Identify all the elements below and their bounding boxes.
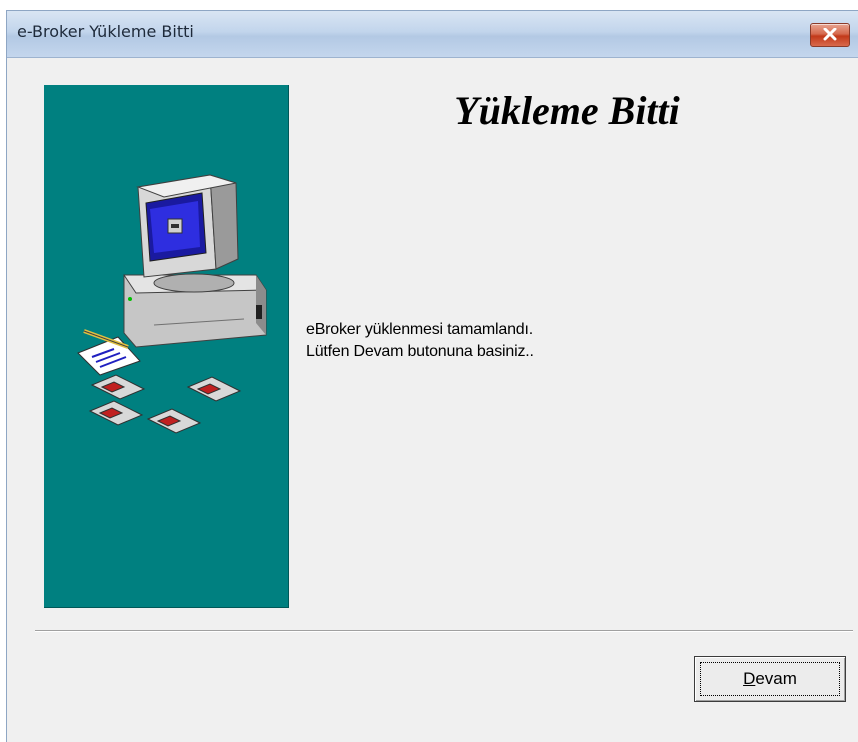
installer-window: e-Broker Yükleme Bitti Yükleme Bitti eBr… [6, 10, 858, 742]
completion-message: eBroker yüklenmesi tamamlandı. [306, 321, 533, 338]
page-heading: Yükleme Bitti [454, 88, 680, 133]
devam-button[interactable]: Devam [694, 656, 846, 702]
instruction-message: Lütfen Devam butonuna basiniz.. [306, 343, 534, 360]
setup-illustration-panel [44, 85, 289, 608]
devam-label-rest: evam [755, 669, 797, 688]
title-bar[interactable]: e-Broker Yükleme Bitti [7, 11, 858, 58]
close-icon [823, 28, 837, 41]
mnemonic-letter: D [743, 669, 756, 688]
close-button[interactable] [810, 23, 850, 47]
devam-button-label: Devam [695, 669, 845, 689]
computer-setup-illustration [77, 174, 267, 434]
window-title: e-Broker Yükleme Bitti [17, 22, 194, 41]
separator-line [35, 630, 853, 632]
